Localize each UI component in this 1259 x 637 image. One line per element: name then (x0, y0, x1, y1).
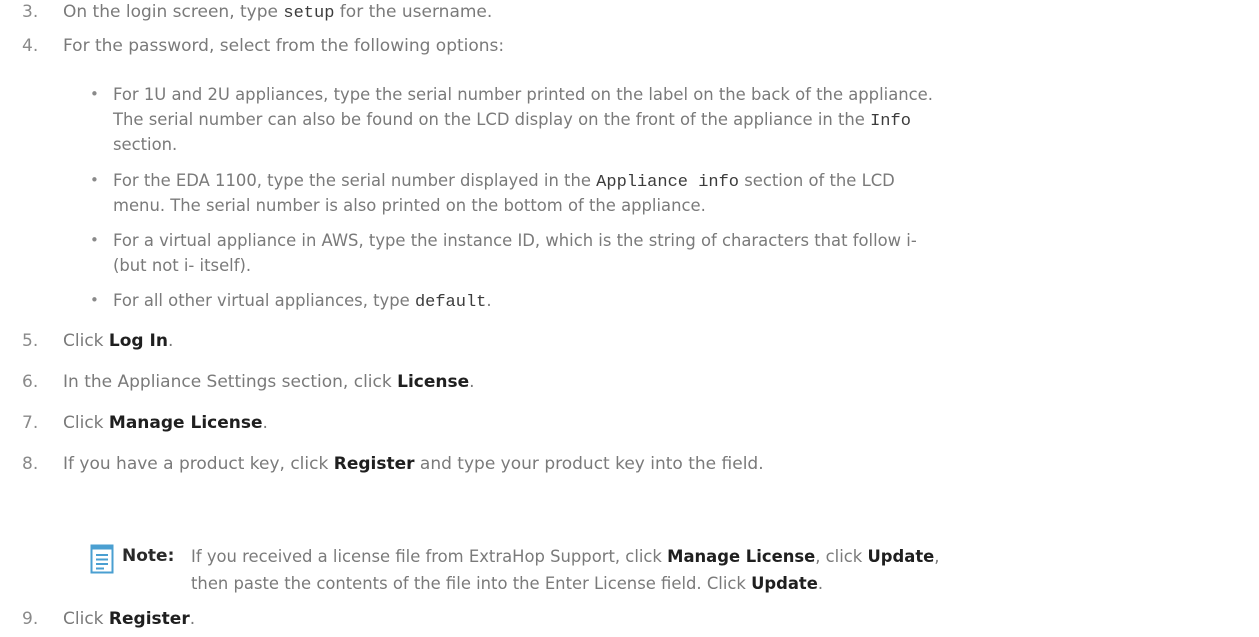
bullet-text: For all other virtual appliances, type d… (113, 288, 1250, 313)
step-text: On the login screen, type setup for the … (63, 0, 492, 26)
step-text: Click Register. (63, 607, 195, 631)
step-text: In the Appliance Settings section, click… (63, 370, 475, 394)
step-number: 8. (22, 454, 39, 474)
note-document-icon (90, 544, 114, 574)
bullet-text: For 1U and 2U appliances, type the seria… (113, 82, 1250, 157)
ui-label-register: Register (333, 454, 415, 474)
step-text-part: . (167, 331, 174, 351)
step-text-part: In the Appliance Settings section, click (63, 372, 398, 392)
note-text: If you received a license file from Extr… (191, 543, 1255, 597)
step-number: 9. (22, 609, 39, 629)
bullet-icon: • (90, 291, 99, 309)
ui-label-register: Register (108, 609, 190, 629)
step-text-part: Click (63, 413, 109, 433)
ui-label-log-in: Log In (108, 331, 168, 351)
bullet-text: For the EDA 1100, type the serial number… (113, 168, 1250, 218)
code-default: default (414, 293, 487, 312)
note-label: Note: (122, 546, 175, 566)
bullet-line: section. (113, 135, 178, 154)
bullet-line: menu. The serial number is also printed … (113, 196, 706, 215)
step-text-part: . (469, 372, 475, 392)
note-text-part: , (934, 547, 940, 566)
bullet-text: For a virtual appliance in AWS, type the… (113, 228, 1250, 278)
step-number: 5. (22, 331, 39, 351)
step-text: Click Log In. (63, 329, 173, 353)
step-number: 3. (22, 2, 39, 22)
step-text-part: . (262, 413, 268, 433)
step-number: 7. (22, 413, 39, 433)
bullet-line: For 1U and 2U appliances, type the seria… (113, 85, 933, 104)
step-text-part: On the login screen, type (63, 2, 284, 22)
code-setup: setup (283, 4, 335, 23)
step-text-part: Click (63, 331, 109, 351)
note-text-part: then paste the contents of the file into… (191, 574, 752, 593)
step-text-part: . (189, 609, 196, 629)
bullet-text-part: For all other virtual appliances, type (113, 291, 415, 310)
bullet-line: (but not i- itself). (113, 256, 252, 275)
ui-label-update: Update (867, 547, 935, 566)
bullet-line: The serial number can also be found on t… (113, 107, 1250, 132)
note-text-part: , click (815, 547, 868, 566)
ui-label-update: Update (751, 574, 818, 593)
bullet-text-part: For the EDA 1100, type the serial number… (113, 171, 597, 190)
note-line: If you received a license file from Extr… (191, 543, 1255, 570)
bullet-line: For a virtual appliance in AWS, type the… (113, 231, 917, 250)
step-number: 4. (22, 36, 39, 56)
step-text-part: for the username. (334, 2, 493, 22)
bullet-line: For all other virtual appliances, type d… (113, 288, 1250, 313)
step-text-part: If you have a product key, click (63, 454, 334, 474)
note-text-part: If you received a license file from Extr… (191, 547, 668, 566)
note-callout: Note: If you received a license file fro… (90, 543, 1255, 597)
bullet-text-part: section of the LCD (739, 171, 895, 190)
bullet-icon: • (90, 231, 99, 249)
step-text-part: and type your product key into the field… (414, 454, 764, 474)
ui-label-license: License (397, 372, 470, 392)
bullet-icon: • (90, 85, 99, 103)
code-info: Info (870, 112, 911, 131)
step-text: Click Manage License. (63, 411, 268, 435)
bullet-text-part: . (486, 291, 492, 310)
step-number: 6. (22, 372, 39, 392)
code-appliance-info: Appliance info (596, 173, 739, 192)
ui-label-manage-license: Manage License (108, 413, 263, 433)
ui-label-manage-license: Manage License (667, 547, 816, 566)
bullet-line: For the EDA 1100, type the serial number… (113, 168, 1250, 193)
step-text: For the password, select from the follow… (63, 36, 505, 56)
step-text-part: Click (63, 609, 109, 629)
bullet-icon: • (90, 171, 99, 189)
note-text-part: . (817, 574, 824, 593)
bullet-text-part: The serial number can also be found on t… (113, 110, 871, 129)
step-text: If you have a product key, click Registe… (63, 452, 764, 476)
note-line: then paste the contents of the file into… (191, 570, 1255, 597)
